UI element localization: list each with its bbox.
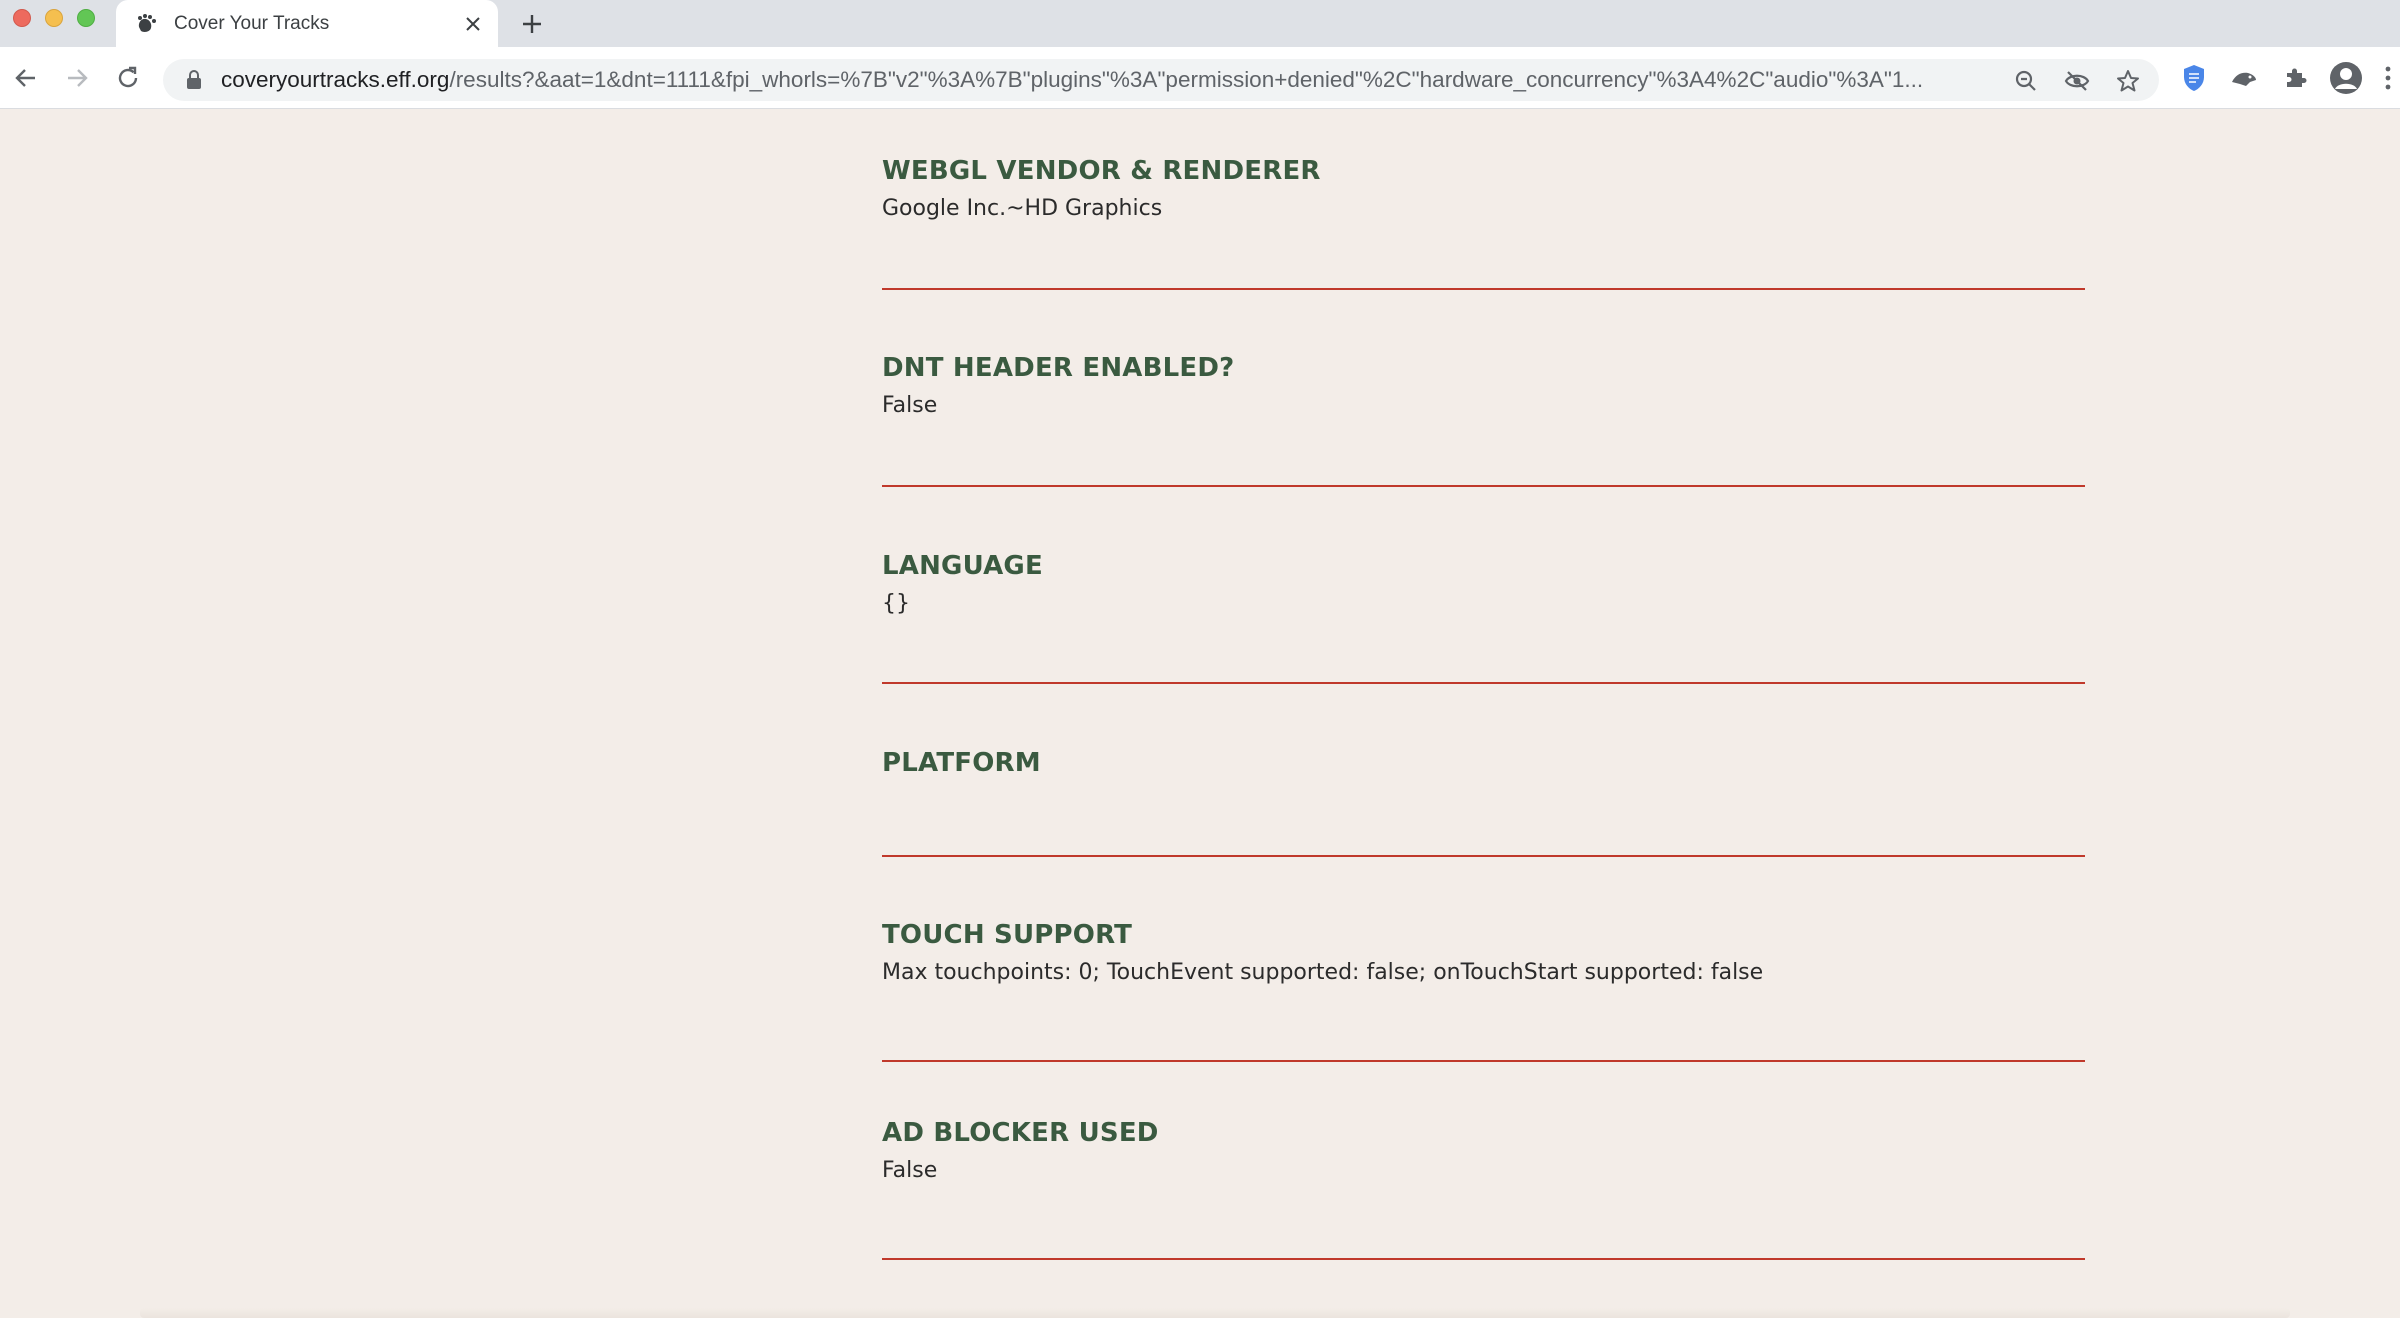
browser-tab[interactable]: Cover Your Tracks bbox=[116, 0, 498, 47]
fingerprint-section-touch: TOUCH SUPPORT Max touchpoints: 0; TouchE… bbox=[882, 920, 2085, 1062]
extensions-puzzle-icon[interactable] bbox=[2277, 60, 2313, 96]
eff-footprint-icon bbox=[134, 12, 158, 36]
section-heading: PLATFORM bbox=[882, 748, 1041, 778]
section-heading: DNT HEADER ENABLED? bbox=[882, 353, 1235, 383]
tab-title: Cover Your Tracks bbox=[174, 12, 330, 34]
footer-shadow bbox=[140, 1308, 2290, 1318]
extension-icon[interactable] bbox=[2226, 60, 2262, 96]
address-bar[interactable]: coveryourtracks.eff.org/results?&aat=1&d… bbox=[163, 59, 2159, 101]
section-value: False bbox=[882, 1158, 938, 1183]
section-value: {} bbox=[882, 591, 910, 616]
window-close-button[interactable] bbox=[13, 9, 31, 27]
back-arrow-icon[interactable] bbox=[8, 60, 44, 96]
profile-avatar-icon[interactable] bbox=[2328, 60, 2364, 96]
new-tab-button[interactable] bbox=[512, 6, 552, 42]
fingerprint-section-dnt: DNT HEADER ENABLED? False bbox=[882, 353, 2085, 487]
browser-toolbar: coveryourtracks.eff.org/results?&aat=1&d… bbox=[0, 47, 2400, 109]
window-maximize-button[interactable] bbox=[77, 9, 95, 27]
section-value: Google Inc.~HD Graphics bbox=[882, 196, 1163, 221]
fingerprint-section-webgl: WEBGL VENDOR & RENDERER Google Inc.~HD G… bbox=[882, 156, 2085, 290]
url-text[interactable]: coveryourtracks.eff.org/results?&aat=1&d… bbox=[221, 67, 2051, 93]
bookmark-star-icon[interactable] bbox=[2114, 67, 2142, 95]
section-heading: WEBGL VENDOR & RENDERER bbox=[882, 156, 1321, 186]
tab-strip: Cover Your Tracks bbox=[0, 0, 2400, 47]
url-path: /results?&aat=1&dnt=1111&fpi_whorls=%7B"… bbox=[449, 67, 1924, 92]
section-heading: TOUCH SUPPORT bbox=[882, 920, 1133, 950]
more-menu-icon[interactable] bbox=[2378, 60, 2398, 96]
tab-close-icon[interactable] bbox=[458, 9, 488, 39]
section-heading: LANGUAGE bbox=[882, 551, 1043, 581]
tracking-blocked-eye-icon[interactable] bbox=[2063, 67, 2091, 95]
section-value: Max touchpoints: 0; TouchEvent supported… bbox=[882, 960, 1764, 985]
lock-icon[interactable] bbox=[183, 69, 205, 91]
url-host: coveryourtracks.eff.org bbox=[221, 67, 450, 92]
window-minimize-button[interactable] bbox=[45, 9, 63, 27]
reload-icon[interactable] bbox=[110, 60, 146, 96]
fingerprint-section-language: LANGUAGE {} bbox=[882, 551, 2085, 684]
fingerprint-section-adblocker: AD BLOCKER USED False bbox=[882, 1118, 2085, 1260]
section-value: False bbox=[882, 393, 938, 418]
privacy-badger-extension-icon[interactable] bbox=[2176, 60, 2212, 96]
section-heading: AD BLOCKER USED bbox=[882, 1118, 1159, 1148]
page-content: WEBGL VENDOR & RENDERER Google Inc.~HD G… bbox=[0, 110, 2400, 1318]
forward-arrow-icon[interactable] bbox=[59, 60, 95, 96]
fingerprint-section-platform: PLATFORM bbox=[882, 748, 2085, 857]
zoom-icon[interactable] bbox=[2012, 67, 2040, 95]
